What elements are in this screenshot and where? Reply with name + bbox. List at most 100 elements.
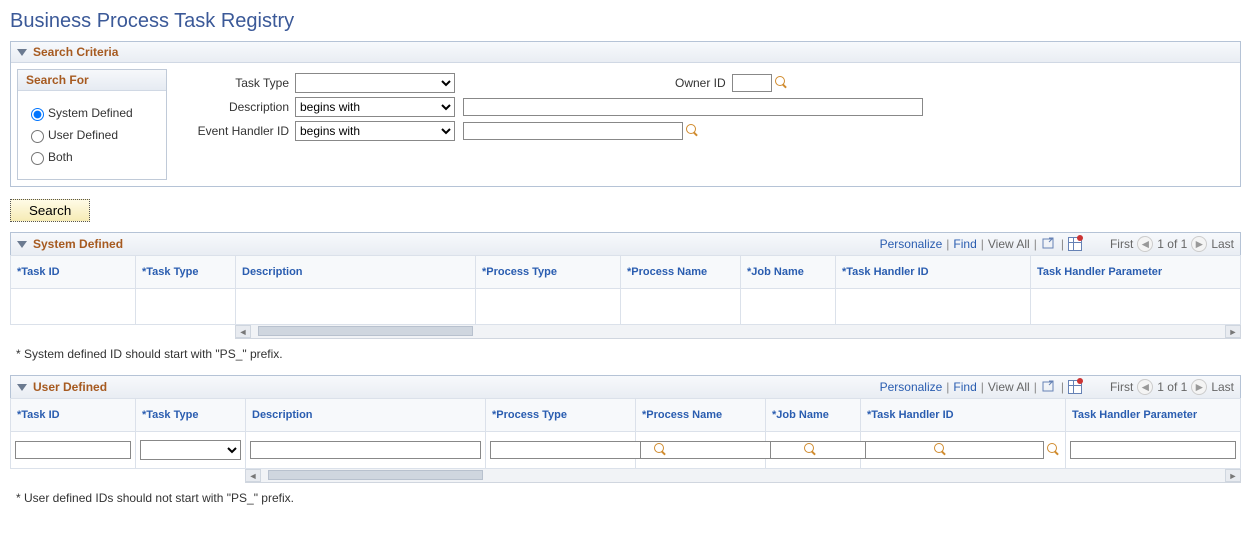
table-header-row: *Task ID *Task Type Description *Process… xyxy=(11,256,1241,289)
job-name-lookup-icon[interactable] xyxy=(934,443,948,457)
prev-icon[interactable]: ◄ xyxy=(1137,379,1153,395)
col-task-handler-param[interactable]: Task Handler Parameter xyxy=(1066,399,1241,432)
page-title: Business Process Task Registry xyxy=(10,10,1241,33)
task-type-select[interactable] xyxy=(140,440,241,460)
collapse-icon xyxy=(17,384,27,391)
table-row xyxy=(11,432,1241,469)
event-handler-lookup-icon[interactable] xyxy=(686,124,700,138)
task-type-select[interactable] xyxy=(295,73,455,93)
first-link[interactable]: First xyxy=(1110,380,1133,394)
scroll-left-icon[interactable]: ◄ xyxy=(246,469,261,482)
radio-both[interactable] xyxy=(31,152,44,165)
radio-both-label: Both xyxy=(48,150,73,164)
col-task-id[interactable]: *Task ID xyxy=(11,399,136,432)
search-for-box: Search For System Defined User Defined B… xyxy=(17,69,167,180)
cell-description xyxy=(236,289,476,325)
cell-process-type xyxy=(476,289,621,325)
col-task-handler-id[interactable]: *Task Handler ID xyxy=(861,399,1066,432)
scroll-thumb[interactable] xyxy=(258,326,473,336)
event-handler-op-select[interactable]: begins with xyxy=(295,121,455,141)
task-handler-id-input[interactable] xyxy=(865,441,1044,459)
last-link[interactable]: Last xyxy=(1211,380,1234,394)
event-handler-label: Event Handler ID xyxy=(175,124,295,138)
system-defined-title: System Defined xyxy=(33,237,123,251)
download-icon[interactable] xyxy=(1068,237,1082,251)
user-defined-header[interactable]: User Defined xyxy=(17,380,107,394)
personalize-link[interactable]: Personalize xyxy=(880,237,943,251)
pagination-text: 1 of 1 xyxy=(1157,237,1187,251)
next-icon[interactable]: ► xyxy=(1191,236,1207,252)
radio-user-defined-label: User Defined xyxy=(48,128,118,142)
view-all-link[interactable]: View All xyxy=(988,380,1030,394)
radio-user-defined[interactable] xyxy=(31,130,44,143)
horizontal-scrollbar[interactable]: ◄ ► xyxy=(245,469,1241,483)
table-header-row: *Task ID *Task Type Description *Process… xyxy=(11,399,1241,432)
col-task-handler-id[interactable]: *Task Handler ID xyxy=(836,256,1031,289)
col-process-name[interactable]: *Process Name xyxy=(636,399,766,432)
radio-system-defined[interactable] xyxy=(31,108,44,121)
user-defined-footnote: * User defined IDs should not start with… xyxy=(16,491,1241,505)
process-type-lookup-icon[interactable] xyxy=(654,443,668,457)
process-name-lookup-icon[interactable] xyxy=(804,443,818,457)
task-handler-lookup-icon[interactable] xyxy=(1047,443,1061,457)
prev-icon[interactable]: ◄ xyxy=(1137,236,1153,252)
system-defined-footnote: * System defined ID should start with "P… xyxy=(16,347,1241,361)
scroll-right-icon[interactable]: ► xyxy=(1225,325,1240,338)
task-type-label: Task Type xyxy=(175,76,295,90)
description-input[interactable] xyxy=(250,441,481,459)
process-type-input[interactable] xyxy=(490,441,651,459)
next-icon[interactable]: ► xyxy=(1191,379,1207,395)
description-label: Description xyxy=(175,100,295,114)
col-task-type[interactable]: *Task Type xyxy=(136,256,236,289)
pagination-text: 1 of 1 xyxy=(1157,380,1187,394)
radio-system-defined-label: System Defined xyxy=(48,106,133,120)
col-description[interactable]: Description xyxy=(236,256,476,289)
scroll-thumb[interactable] xyxy=(268,470,483,480)
last-link[interactable]: Last xyxy=(1211,237,1234,251)
scroll-left-icon[interactable]: ◄ xyxy=(236,325,251,338)
col-task-handler-param[interactable]: Task Handler Parameter xyxy=(1031,256,1241,289)
horizontal-scrollbar[interactable]: ◄ ► xyxy=(235,325,1241,339)
search-button[interactable]: Search xyxy=(10,199,90,222)
cell-task-type xyxy=(136,289,236,325)
task-handler-param-input[interactable] xyxy=(1070,441,1236,459)
search-criteria-title: Search Criteria xyxy=(33,45,118,59)
scroll-right-icon[interactable]: ► xyxy=(1225,469,1240,482)
find-link[interactable]: Find xyxy=(953,380,976,394)
system-defined-table: *Task ID *Task Type Description *Process… xyxy=(10,255,1241,325)
owner-id-lookup-icon[interactable] xyxy=(775,76,789,90)
cell-job-name xyxy=(741,289,836,325)
col-job-name[interactable]: *Job Name xyxy=(741,256,836,289)
system-defined-header[interactable]: System Defined xyxy=(17,237,123,251)
col-job-name[interactable]: *Job Name xyxy=(766,399,861,432)
task-id-input[interactable] xyxy=(15,441,131,459)
description-input[interactable] xyxy=(463,98,923,116)
cell-task-handler-param xyxy=(1031,289,1241,325)
col-process-name[interactable]: *Process Name xyxy=(621,256,741,289)
description-op-select[interactable]: begins with xyxy=(295,97,455,117)
view-all-link[interactable]: View All xyxy=(988,237,1030,251)
search-criteria-header[interactable]: Search Criteria xyxy=(11,42,1240,63)
col-process-type[interactable]: *Process Type xyxy=(486,399,636,432)
grid-actions: Personalize | Find | View All | | First … xyxy=(880,236,1234,252)
zoom-icon[interactable] xyxy=(1041,236,1057,252)
grid-actions: Personalize | Find | View All | | First … xyxy=(880,379,1234,395)
cell-task-handler-id xyxy=(836,289,1031,325)
search-for-title: Search For xyxy=(18,70,166,91)
first-link[interactable]: First xyxy=(1110,237,1133,251)
system-defined-grid-section: System Defined Personalize | Find | View… xyxy=(10,232,1241,339)
owner-id-label: Owner ID xyxy=(675,76,726,90)
col-task-type[interactable]: *Task Type xyxy=(136,399,246,432)
download-icon[interactable] xyxy=(1068,380,1082,394)
collapse-icon xyxy=(17,49,27,56)
event-handler-input[interactable] xyxy=(463,122,683,140)
cell-task-id xyxy=(11,289,136,325)
personalize-link[interactable]: Personalize xyxy=(880,380,943,394)
zoom-icon[interactable] xyxy=(1041,379,1057,395)
col-task-id[interactable]: *Task ID xyxy=(11,256,136,289)
col-process-type[interactable]: *Process Type xyxy=(476,256,621,289)
col-description[interactable]: Description xyxy=(246,399,486,432)
user-defined-grid-section: User Defined Personalize | Find | View A… xyxy=(10,375,1241,483)
owner-id-input[interactable] xyxy=(732,74,772,92)
find-link[interactable]: Find xyxy=(953,237,976,251)
